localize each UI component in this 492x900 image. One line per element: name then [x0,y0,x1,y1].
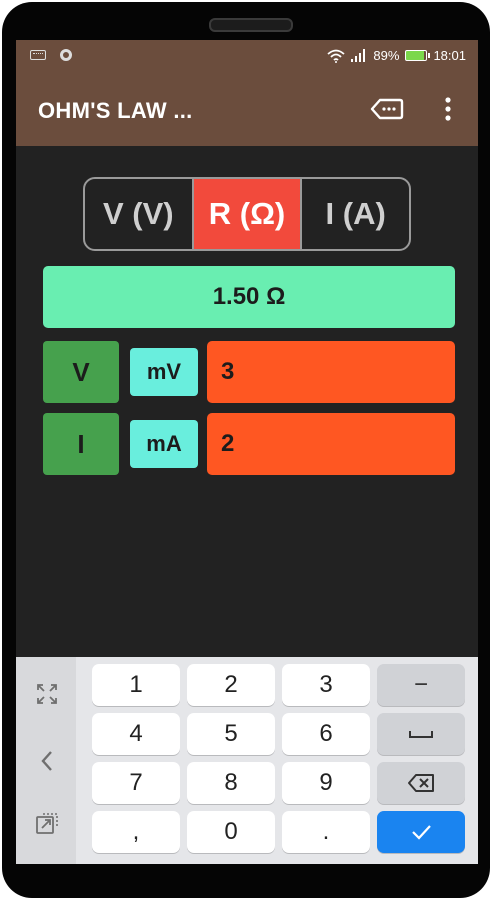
space-icon [409,731,433,738]
mode-resistance-tab[interactable]: R (Ω) [191,179,301,249]
key-8[interactable]: 8 [187,762,275,804]
key-0[interactable]: 0 [187,811,275,853]
app-bar: OHM'S LAW ... [16,74,478,146]
voltage-value-input[interactable]: 3 [207,341,455,403]
app-title: OHM'S LAW ... [38,98,193,123]
mode-current-tab[interactable]: I (A) [300,179,409,249]
key-9[interactable]: 9 [282,762,370,804]
mode-selector: V (V) R (Ω) I (A) [83,177,411,251]
variable-i-button[interactable]: I [43,413,119,475]
battery-icon [405,50,431,61]
space-key[interactable] [377,713,465,755]
keyboard-icon [30,50,46,60]
signal-icon [351,49,366,62]
status-bar: 89% 18:01 [16,40,478,74]
check-icon [412,825,431,840]
key-7[interactable]: 7 [92,762,180,804]
variable-v-button[interactable]: V [43,341,119,403]
numeric-keyboard: 1 2 3 − 4 5 6 7 8 9 , 0 . [16,657,478,864]
key-comma[interactable]: , [92,811,180,853]
key-4[interactable]: 4 [92,713,180,755]
key-2[interactable]: 2 [187,664,275,706]
key-1[interactable]: 1 [92,664,180,706]
label-icon[interactable] [370,96,404,122]
clock: 18:01 [433,48,466,63]
chevron-left-icon[interactable] [30,744,64,778]
speaker-grille [209,18,293,32]
unit-ma-button[interactable]: mA [130,420,198,468]
backspace-key[interactable] [377,762,465,804]
wifi-icon [327,49,346,63]
float-keyboard-icon[interactable] [30,807,64,841]
record-icon [60,49,72,61]
key-6[interactable]: 6 [282,713,370,755]
backspace-icon [408,774,434,792]
key-5[interactable]: 5 [187,713,275,755]
done-key[interactable] [377,811,465,853]
battery-percent: 89% [373,48,400,63]
fullscreen-icon[interactable] [30,677,64,711]
key-minus[interactable]: − [377,664,465,706]
more-vert-icon[interactable] [440,96,456,122]
unit-mv-button[interactable]: mV [130,348,198,396]
mode-voltage-tab[interactable]: V (V) [85,179,192,249]
current-value-input[interactable]: 2 [207,413,455,475]
keyboard-side-panel [16,657,76,864]
key-period[interactable]: . [282,811,370,853]
result-display: 1.50 Ω [43,266,455,328]
phone-frame: 89% 18:01 OHM'S LAW ... V (V) R (Ω) I (A… [2,2,490,898]
app-screen: 89% 18:01 OHM'S LAW ... V (V) R (Ω) I (A… [16,40,478,864]
key-3[interactable]: 3 [282,664,370,706]
